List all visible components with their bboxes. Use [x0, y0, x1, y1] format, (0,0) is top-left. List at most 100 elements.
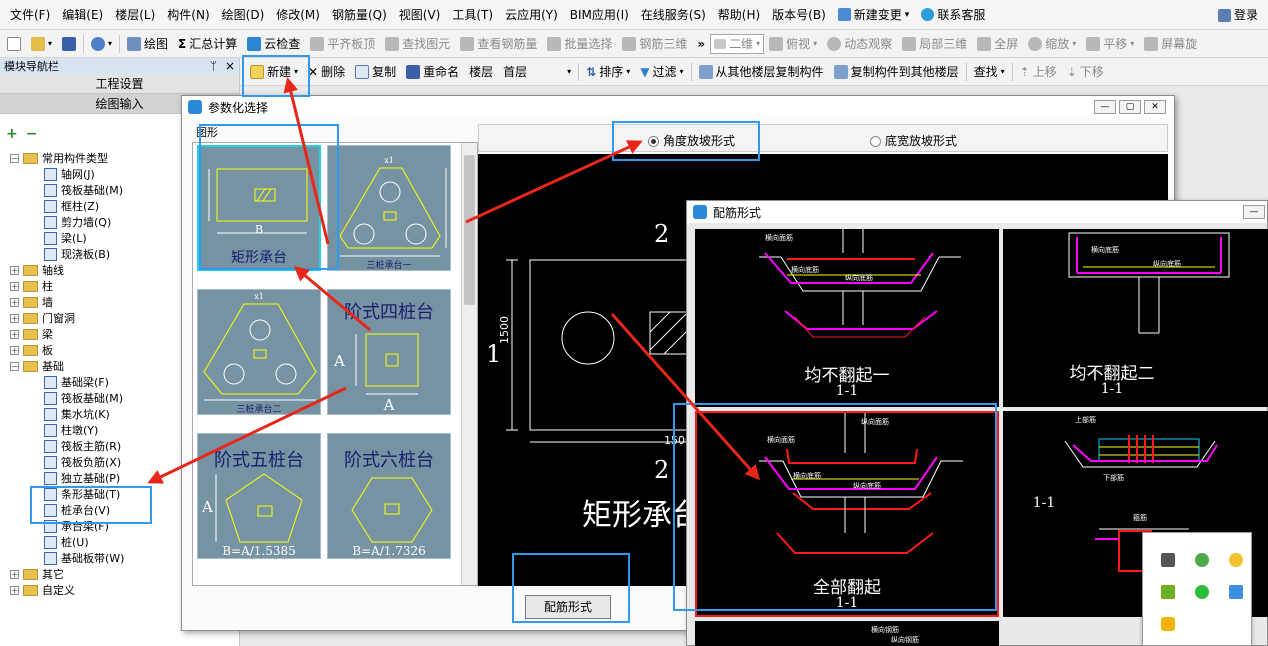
shape-three-pile-cap-1[interactable]: x1 三桩承台一 [327, 145, 451, 271]
menu-floor[interactable]: 楼层(L) [109, 0, 161, 29]
tree-item-slab[interactable]: 现浇板(B) [44, 246, 110, 262]
project-settings-button[interactable]: 工程设置 [0, 74, 239, 94]
level-slab-button[interactable]: 平齐板顶 [305, 31, 380, 57]
menu-file[interactable]: 文件(F) [4, 0, 56, 29]
collapse-all-icon[interactable]: − [26, 126, 38, 142]
menu-version[interactable]: 版本号(B) [766, 0, 832, 29]
expand-icon[interactable]: + [10, 329, 19, 339]
open-button[interactable]: ▾ [26, 31, 57, 57]
move-down-button[interactable]: ⇣ 下移 [1062, 59, 1109, 85]
close-button[interactable]: ✕ [1144, 100, 1166, 114]
tree-item-axis-grid[interactable]: 轴网(J) [44, 166, 95, 182]
tree-item-column-pier[interactable]: 柱墩(Y) [44, 422, 98, 438]
tree-item-cap-beam[interactable]: 承台梁(F) [44, 518, 109, 534]
tree-item-foundation-beam[interactable]: 基础梁(F) [44, 374, 109, 390]
rename-button[interactable]: 重命名 [401, 59, 464, 85]
menu-cloud[interactable]: 云应用(Y) [499, 0, 564, 29]
tray-app-icon[interactable] [1161, 553, 1175, 567]
tray-wechat-icon[interactable] [1195, 585, 1209, 599]
rebar-form-button[interactable]: 配筋形式 [525, 595, 611, 619]
menu-new-change[interactable]: 新建变更 ▾ [832, 0, 916, 29]
shape-stepped-five-pile-cap[interactable]: 阶式五桩台 A B=A/1.5385 [197, 433, 321, 559]
menu-component[interactable]: 构件(N) [161, 0, 215, 29]
save-button[interactable] [57, 36, 81, 51]
rebar-option-5[interactable]: 横向钢筋 纵向钢筋 [695, 621, 999, 646]
radio-bottom-width-slope[interactable]: 底宽放坡形式 [870, 132, 957, 149]
local-3d-button[interactable]: 局部三维 [897, 31, 972, 57]
copy-to-floor-button[interactable]: 复制构件到其他楼层 [829, 59, 964, 85]
tree-item-pile[interactable]: 桩(U) [44, 534, 89, 550]
radio-angle-slope[interactable]: 角度放坡形式 [648, 132, 735, 149]
menu-help[interactable]: 帮助(H) [712, 0, 766, 29]
tree-item-raft-neg-rebar[interactable]: 筏板负筋(X) [44, 454, 121, 470]
undo-button[interactable]: ▾ [86, 31, 117, 57]
tray-shield-icon[interactable] [1195, 553, 1209, 567]
tree-group-door-window[interactable]: + 门窗洞 [10, 310, 75, 326]
tree-group-column[interactable]: + 柱 [10, 278, 53, 294]
menu-draw[interactable]: 绘图(D) [216, 0, 271, 29]
tree-group-common[interactable]: − 常用构件类型 [10, 150, 108, 166]
draw-button[interactable]: 绘图 [122, 31, 173, 57]
expand-icon[interactable]: + [10, 265, 19, 275]
filter-button[interactable]: ▼ 过滤 ▾ [635, 59, 688, 85]
collapse-icon[interactable]: − [10, 153, 19, 163]
tree-item-raft-main-rebar[interactable]: 筏板主筋(R) [44, 438, 121, 454]
new-component-button[interactable]: 新建 ▾ [240, 59, 303, 85]
tree-item-isolated-footing[interactable]: 独立基础(P) [44, 470, 120, 486]
menu-tools[interactable]: 工具(T) [446, 0, 499, 29]
pan-button[interactable]: 平移 ▾ [1081, 31, 1139, 57]
menu-online[interactable]: 在线服务(S) [635, 0, 712, 29]
scrollbar-thumb[interactable] [464, 155, 475, 305]
toolbar-overflow[interactable]: » [692, 31, 710, 57]
rebar-option-no-bend-2[interactable]: 横向底筋 纵向底筋 均不翻起二 1-1 [1003, 229, 1268, 407]
login-button[interactable]: 登录 [1212, 0, 1264, 29]
expand-icon[interactable]: + [10, 313, 19, 323]
tree-item-foundation-strip[interactable]: 基础板带(W) [44, 550, 124, 566]
pin-icon[interactable]: ᛘ [210, 59, 217, 73]
expand-icon[interactable]: + [10, 569, 19, 579]
find-button[interactable]: 查找 ▾ [969, 59, 1010, 85]
expand-icon[interactable]: + [10, 281, 19, 291]
tree-item-beam[interactable]: 梁(L) [44, 230, 87, 246]
tree-group-axis[interactable]: + 轴线 [10, 262, 64, 278]
top-view-button[interactable]: 俯视 ▾ [764, 31, 822, 57]
view-rebar-button[interactable]: 查看钢筋量 [455, 31, 542, 57]
expand-icon[interactable]: + [10, 585, 19, 595]
tree-item-shear-wall[interactable]: 剪力墙(Q) [44, 214, 111, 230]
copy-from-floor-button[interactable]: 从其他楼层复制构件 [694, 59, 829, 85]
sort-button[interactable]: ⇅ 排序 ▾ [581, 59, 635, 85]
tree-group-foundation[interactable]: − 基础 [10, 358, 64, 374]
menu-view[interactable]: 视图(V) [393, 0, 447, 29]
shape-three-pile-cap-2[interactable]: x1 三桩承台二 [197, 289, 321, 415]
screen-rotate-button[interactable]: 屏幕旋 [1139, 31, 1202, 57]
expand-all-icon[interactable]: + [6, 126, 18, 142]
tree-item-strip-footing[interactable]: 条形基础(T) [44, 486, 120, 502]
batch-select-button[interactable]: 批量选择 [542, 31, 617, 57]
maximize-button[interactable]: ▢ [1119, 100, 1141, 114]
tree-item-pile-cap[interactable]: 桩承台(V) [44, 502, 110, 518]
rebar-3d-button[interactable]: 钢筋三维 [617, 31, 692, 57]
fullscreen-button[interactable]: 全屏 [972, 31, 1023, 57]
move-up-button[interactable]: ⇡ 上移 [1015, 59, 1062, 85]
expand-icon[interactable]: + [10, 345, 19, 355]
menu-edit[interactable]: 编辑(E) [56, 0, 109, 29]
shape-stepped-four-pile-cap[interactable]: 阶式四桩台 A A [327, 289, 451, 415]
tray-link-icon[interactable] [1161, 617, 1175, 631]
tray-nvidia-icon[interactable] [1161, 585, 1175, 599]
zoom-button[interactable]: 缩放 ▾ [1023, 31, 1081, 57]
tree-group-wall[interactable]: + 墙 [10, 294, 53, 310]
tree-item-frame-column[interactable]: 框柱(Z) [44, 198, 99, 214]
rebar-option-all-bend[interactable]: 横向面筋 纵向面筋 横向底筋 纵向底筋 全部翻起 1-1 [695, 411, 999, 617]
close-panel-icon[interactable]: × [225, 59, 235, 73]
tree-item-raft-foundation[interactable]: 筏板基础(M) [44, 390, 123, 406]
tree-group-custom[interactable]: + 自定义 [10, 582, 75, 598]
floor-select[interactable]: 首层 ▾ [498, 59, 576, 85]
find-element-button[interactable]: 查找图元 [380, 31, 455, 57]
new-file-button[interactable] [2, 36, 26, 51]
tray-plus-icon[interactable] [1229, 553, 1243, 567]
tree-group-others[interactable]: + 其它 [10, 566, 64, 582]
tree-group-beam[interactable]: + 梁 [10, 326, 53, 342]
shape-rect-pile-cap[interactable]: B 矩形承台 [197, 145, 321, 271]
view-mode-select[interactable]: 二维 ▾ [710, 33, 765, 54]
sum-calc-button[interactable]: Σ 汇总计算 [173, 31, 242, 57]
